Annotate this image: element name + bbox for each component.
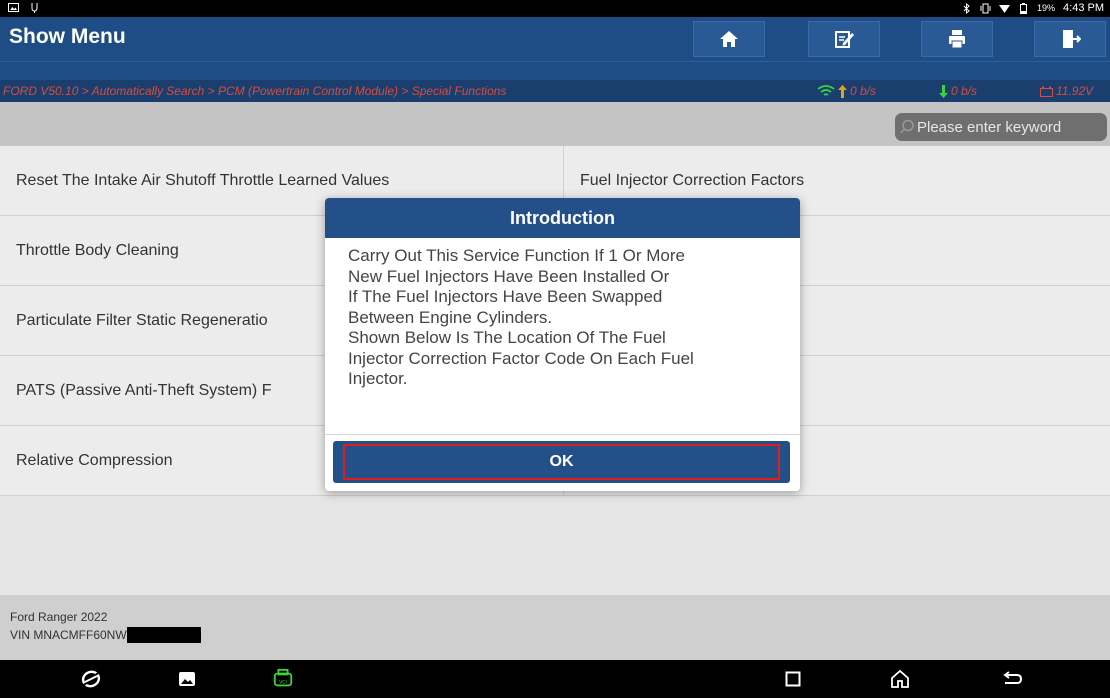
- back-icon: [1003, 671, 1023, 684]
- search-input[interactable]: Please enter keyword: [895, 113, 1107, 141]
- dialog-divider: [325, 434, 800, 435]
- recents-icon: [785, 671, 801, 687]
- download-rate: 0 b/s: [939, 84, 977, 98]
- vehicle-model: Ford Ranger 2022: [10, 610, 108, 624]
- battery-voltage-value: 11.92V: [1056, 84, 1094, 98]
- breadcrumb-bar: FORD V50.10 > Automatically Search > PCM…: [0, 62, 1110, 102]
- download-arrow-icon: [939, 84, 948, 98]
- search-row: Please enter keyword: [0, 102, 1110, 146]
- upload-rate: 0 b/s: [817, 84, 876, 98]
- gallery-icon: [179, 672, 195, 686]
- edit-button[interactable]: [808, 21, 880, 57]
- upload-arrow-icon: [838, 84, 847, 98]
- exit-button[interactable]: [1034, 21, 1106, 57]
- home-icon: [720, 31, 738, 47]
- home-button[interactable]: [693, 21, 765, 57]
- battery-percent: 19%: [1037, 3, 1056, 13]
- svg-text:VCI: VCI: [279, 680, 287, 686]
- wifi-signal-icon: [999, 3, 1011, 14]
- car-battery-icon: [1040, 86, 1053, 97]
- introduction-dialog: Introduction Carry Out This Service Func…: [325, 198, 800, 491]
- vehicle-vin: VIN MNACMFF60NW: [10, 628, 127, 642]
- status-bar: 19% 4:43 PM: [0, 0, 1110, 17]
- battery-voltage: 11.92V: [1040, 84, 1093, 98]
- clock: 4:43 PM: [1063, 2, 1104, 14]
- home-nav-button[interactable]: [889, 668, 911, 690]
- back-button[interactable]: [1002, 668, 1024, 690]
- system-nav-bar: VCI: [0, 660, 1110, 698]
- search-icon: [899, 119, 914, 134]
- image-notification-icon: [8, 2, 19, 13]
- vci-icon: VCI: [273, 668, 293, 687]
- vin-redaction: [126, 627, 201, 643]
- gallery-button[interactable]: [176, 668, 198, 690]
- dialog-message: Carry Out This Service Function If 1 Or …: [348, 246, 694, 388]
- vehicle-info: Ford Ranger 2022 VIN MNACMFF60NW: [0, 595, 1110, 660]
- app-header: Show Menu: [0, 17, 1110, 62]
- recents-button[interactable]: [782, 668, 804, 690]
- upload-rate-value: 0 b/s: [850, 84, 877, 98]
- edit-icon: [835, 31, 854, 48]
- ok-button[interactable]: OK: [333, 441, 790, 483]
- browser-icon: [81, 670, 101, 688]
- download-rate-value: 0 b/s: [951, 84, 978, 98]
- usb-notification-icon: [29, 2, 40, 13]
- bluetooth-icon: [961, 2, 972, 14]
- vehicle-vin-row: VIN MNACMFF60NW: [10, 627, 201, 643]
- battery-icon: [1018, 2, 1029, 14]
- page-title: Show Menu: [9, 25, 126, 48]
- print-button[interactable]: [921, 21, 993, 57]
- vci-button[interactable]: VCI: [272, 668, 294, 690]
- dialog-title: Introduction: [325, 198, 800, 238]
- search-placeholder: Please enter keyword: [917, 118, 1062, 136]
- vibrate-icon: [980, 3, 991, 14]
- wifi-icon: [817, 85, 835, 96]
- browser-button[interactable]: [80, 668, 102, 690]
- print-icon: [949, 30, 965, 49]
- breadcrumb: FORD V50.10 > Automatically Search > PCM…: [3, 84, 507, 98]
- ok-button-highlight[interactable]: OK: [343, 444, 780, 480]
- home-nav-icon: [891, 669, 909, 688]
- exit-icon: [1063, 30, 1081, 48]
- ok-button-label: OK: [549, 453, 574, 470]
